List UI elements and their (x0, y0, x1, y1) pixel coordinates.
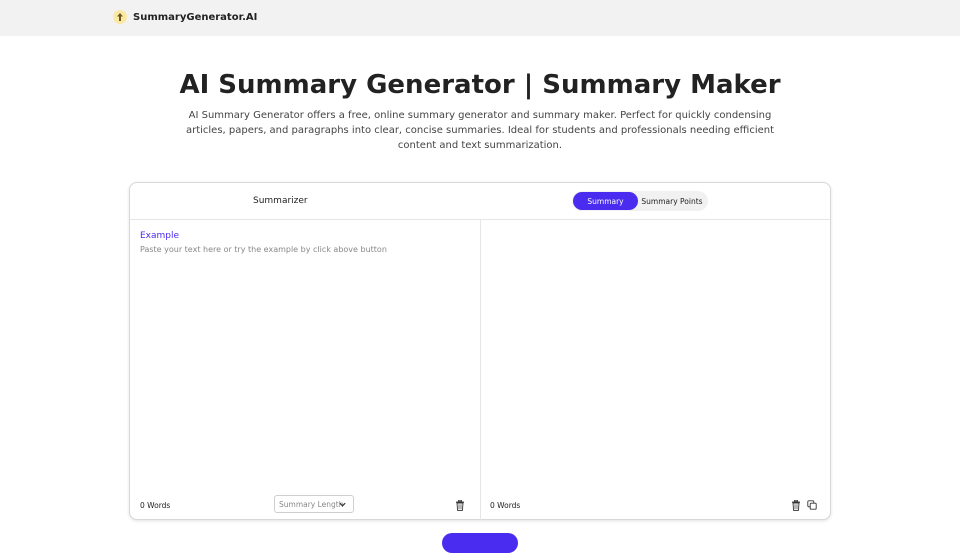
upload-arrow-icon (113, 10, 127, 24)
card-header: Summarizer Summary Summary Points (130, 183, 830, 220)
summary-length-select[interactable]: Summary Length (274, 495, 354, 513)
input-word-count: 0 Words (140, 501, 171, 510)
output-word-count: 0 Words (490, 501, 521, 510)
trash-icon[interactable] (454, 499, 466, 511)
mode-toggle: Summary Summary Points (572, 191, 708, 211)
brand-name: SummaryGenerator.AI (133, 11, 258, 23)
tab-summary-points[interactable]: Summary Points (638, 192, 706, 210)
summary-length-placeholder: Summary Length (279, 499, 344, 509)
copy-icon[interactable] (806, 499, 818, 511)
example-link[interactable]: Example (140, 231, 179, 241)
brand[interactable]: SummaryGenerator.AI (113, 10, 257, 24)
tab-summary[interactable]: Summary (573, 192, 638, 210)
summarizer-card: Summarizer Summary Summary Points Exampl… (129, 182, 831, 520)
top-navbar: SummaryGenerator.AI (0, 0, 960, 36)
panel-divider (480, 220, 481, 520)
summarizer-label: Summarizer (253, 196, 308, 206)
page-title: AI Summary Generator | Summary Maker (179, 70, 781, 100)
summarize-button[interactable] (442, 533, 518, 553)
chevron-down-icon (338, 500, 347, 511)
trash-icon[interactable] (790, 499, 802, 511)
input-textarea[interactable]: Paste your text here or try the example … (140, 245, 387, 254)
page-description: AI Summary Generator offers a free, onli… (185, 110, 775, 151)
